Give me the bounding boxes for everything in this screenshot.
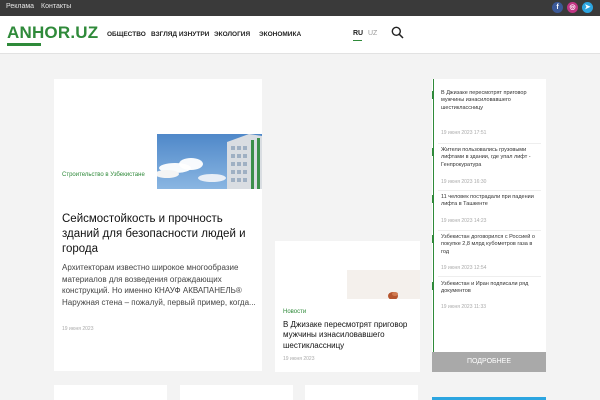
nav-item-society[interactable]: Общество <box>107 31 146 38</box>
feed-item-date: 19 июня 2023 17:51 <box>441 130 487 136</box>
feed-item-text[interactable]: Узбекистан и Иран подписали ряд документ… <box>441 281 541 296</box>
site-header: ANHOR.UZ Общество Взгляд изнутри Экологи… <box>0 16 600 54</box>
feed-item-text[interactable]: 11 человек пострадали при падении лифта … <box>441 194 541 209</box>
feed-item-date: 19 июня 2023 12:54 <box>441 265 487 271</box>
feed-marker <box>432 235 434 243</box>
article-card-partial[interactable] <box>54 385 167 400</box>
site-logo[interactable]: ANHOR.UZ <box>7 23 98 43</box>
feed-item-text[interactable]: В Джизаке пересмотрят приговор мужчины и… <box>441 90 541 112</box>
feed-marker <box>432 148 434 156</box>
feed-divider <box>438 276 541 277</box>
instagram-icon[interactable]: ◎ <box>567 2 578 13</box>
secondary-title[interactable]: В Джизаке пересмотрят приговор мужчины и… <box>283 320 415 351</box>
feed-divider <box>438 143 541 144</box>
feed-marker <box>432 195 434 203</box>
feed-divider <box>438 190 541 191</box>
facebook-icon[interactable]: f <box>552 2 563 13</box>
secondary-article-image[interactable] <box>347 270 420 299</box>
featured-article-image[interactable] <box>157 134 262 189</box>
feed-marker <box>432 91 434 99</box>
feed-item-date: 19 июня 2023 16:30 <box>441 179 487 185</box>
featured-category[interactable]: Строительство в Узбекистане <box>62 172 145 178</box>
telegram-icon[interactable]: ➤ <box>582 2 593 13</box>
nav-item-economy[interactable]: Экономика <box>259 31 301 38</box>
logo-underline <box>7 43 41 46</box>
lang-uz-link[interactable]: UZ <box>368 30 377 37</box>
top-utility-bar: Реклама Контакты f ◎ ➤ <box>0 0 600 16</box>
feed-item-text[interactable]: Узбекистан договорился с Россией о покуп… <box>441 234 541 256</box>
secondary-date: 19 июня 2023 <box>283 356 315 362</box>
featured-article-card[interactable]: Строительство в Узбекистане Сейсмостойко… <box>54 79 262 371</box>
feed-timeline-line <box>433 79 434 352</box>
lang-active-underline <box>353 40 362 41</box>
nav-item-inside-view[interactable]: Взгляд изнутри <box>151 31 209 38</box>
lang-ru-link[interactable]: RU <box>353 30 363 37</box>
secondary-article-card[interactable]: Новости В Джизаке пересмотрят приговор м… <box>275 241 420 372</box>
nav-item-ecology[interactable]: Экология <box>214 31 250 38</box>
feed-item-date: 19 июня 2023 11:33 <box>441 304 487 310</box>
contacts-link[interactable]: Контакты <box>41 3 71 10</box>
ads-link[interactable]: Реклама <box>6 3 34 10</box>
article-card-partial[interactable] <box>180 385 293 400</box>
featured-excerpt: Архитекторам известно широкое многообраз… <box>62 263 256 307</box>
search-icon[interactable] <box>391 26 404 39</box>
article-card-partial[interactable] <box>305 385 418 400</box>
secondary-category[interactable]: Новости <box>283 309 306 315</box>
featured-title[interactable]: Сейсмостойкость и прочность зданий для б… <box>62 212 256 257</box>
news-feed-panel <box>432 79 546 371</box>
more-news-button[interactable]: Подробнее <box>432 352 546 372</box>
feed-divider <box>438 230 541 231</box>
feed-item-text[interactable]: Жители пользовались грузовыми лифтами в … <box>441 147 541 169</box>
featured-date: 19 июня 2023 <box>62 326 94 332</box>
feed-marker <box>432 282 434 290</box>
feed-item-date: 19 июня 2023 14:23 <box>441 218 487 224</box>
